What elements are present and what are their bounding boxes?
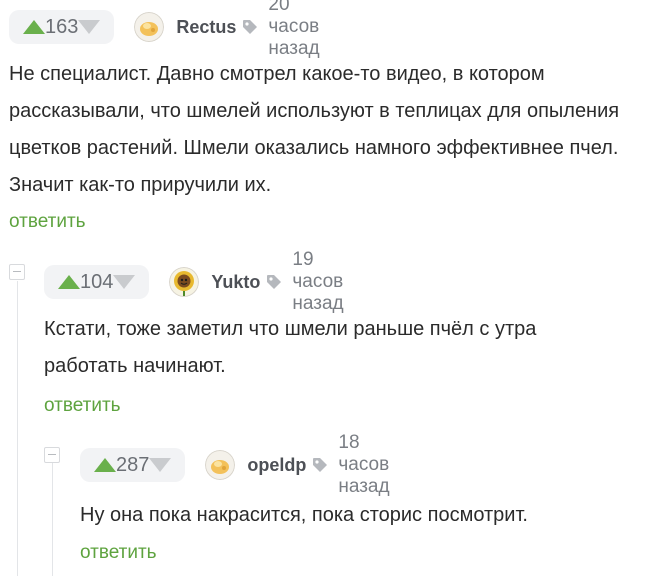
avatar[interactable] (169, 267, 200, 297)
avatar[interactable] (134, 12, 165, 42)
comment-text-line: Значит как-то приручили их. (9, 174, 272, 196)
comment-header: 287 opeldp 18 часов назад (80, 432, 414, 497)
rating-widget: 287 (80, 448, 186, 482)
arrow-up-icon[interactable] (23, 20, 45, 34)
comment-text-line: Не специалист. Давно смотрел какое-то ви… (9, 63, 545, 85)
timestamp: 20 часов назад (268, 0, 320, 59)
username[interactable]: Yukto (211, 272, 260, 293)
thread-line-level-2 (52, 463, 53, 576)
arrow-down-icon[interactable] (113, 275, 136, 289)
username[interactable]: Rectus (176, 17, 236, 38)
tag-icon[interactable] (266, 274, 282, 290)
comment-header: 104 Yukto 19 часов назад (44, 249, 368, 314)
comment-text-line: рассказывали, что шмелей используют в те… (9, 100, 620, 122)
collapse-icon[interactable] (9, 264, 25, 280)
comment-text-line: Ну она пока накрасится, пока сторис посм… (80, 504, 528, 526)
rating-value: 163 (45, 15, 79, 38)
arrow-up-icon[interactable] (94, 458, 116, 472)
rating-value: 287 (116, 453, 150, 476)
comment-header: 163 Rectus 20 часов назад (9, 0, 344, 59)
comment-text-line: Кстати, тоже заметил что шмели раньше пч… (44, 318, 537, 340)
username[interactable]: opeldp (247, 455, 306, 476)
avatar[interactable] (205, 450, 236, 480)
comment-body: Кстати, тоже заметил что шмели раньше пч… (44, 311, 536, 385)
comment-body: Не специалист. Давно смотрел какое-то ви… (9, 56, 619, 204)
tag-icon[interactable] (312, 457, 328, 473)
timestamp: 19 часов назад (292, 249, 344, 314)
rating-widget: 104 (44, 265, 150, 299)
tag-icon[interactable] (242, 19, 258, 35)
rating-value: 104 (80, 270, 114, 293)
reply-link[interactable]: ответить (44, 395, 121, 417)
comment-text-line: работать начинают. (44, 355, 226, 377)
arrow-up-icon[interactable] (58, 275, 80, 289)
timestamp: 18 часов назад (338, 432, 390, 497)
arrow-down-icon[interactable] (149, 458, 172, 472)
reply-link[interactable]: ответить (9, 211, 86, 233)
comment-text-line: цветков растений. Шмели оказались намног… (9, 137, 619, 159)
arrow-down-icon[interactable] (78, 20, 101, 34)
comment-body: Ну она пока накрасится, пока сторис посм… (80, 497, 528, 534)
reply-link[interactable]: ответить (80, 542, 157, 564)
rating-widget: 163 (9, 10, 115, 44)
collapse-icon[interactable] (44, 447, 60, 463)
thread-line-level-1 (17, 281, 18, 576)
